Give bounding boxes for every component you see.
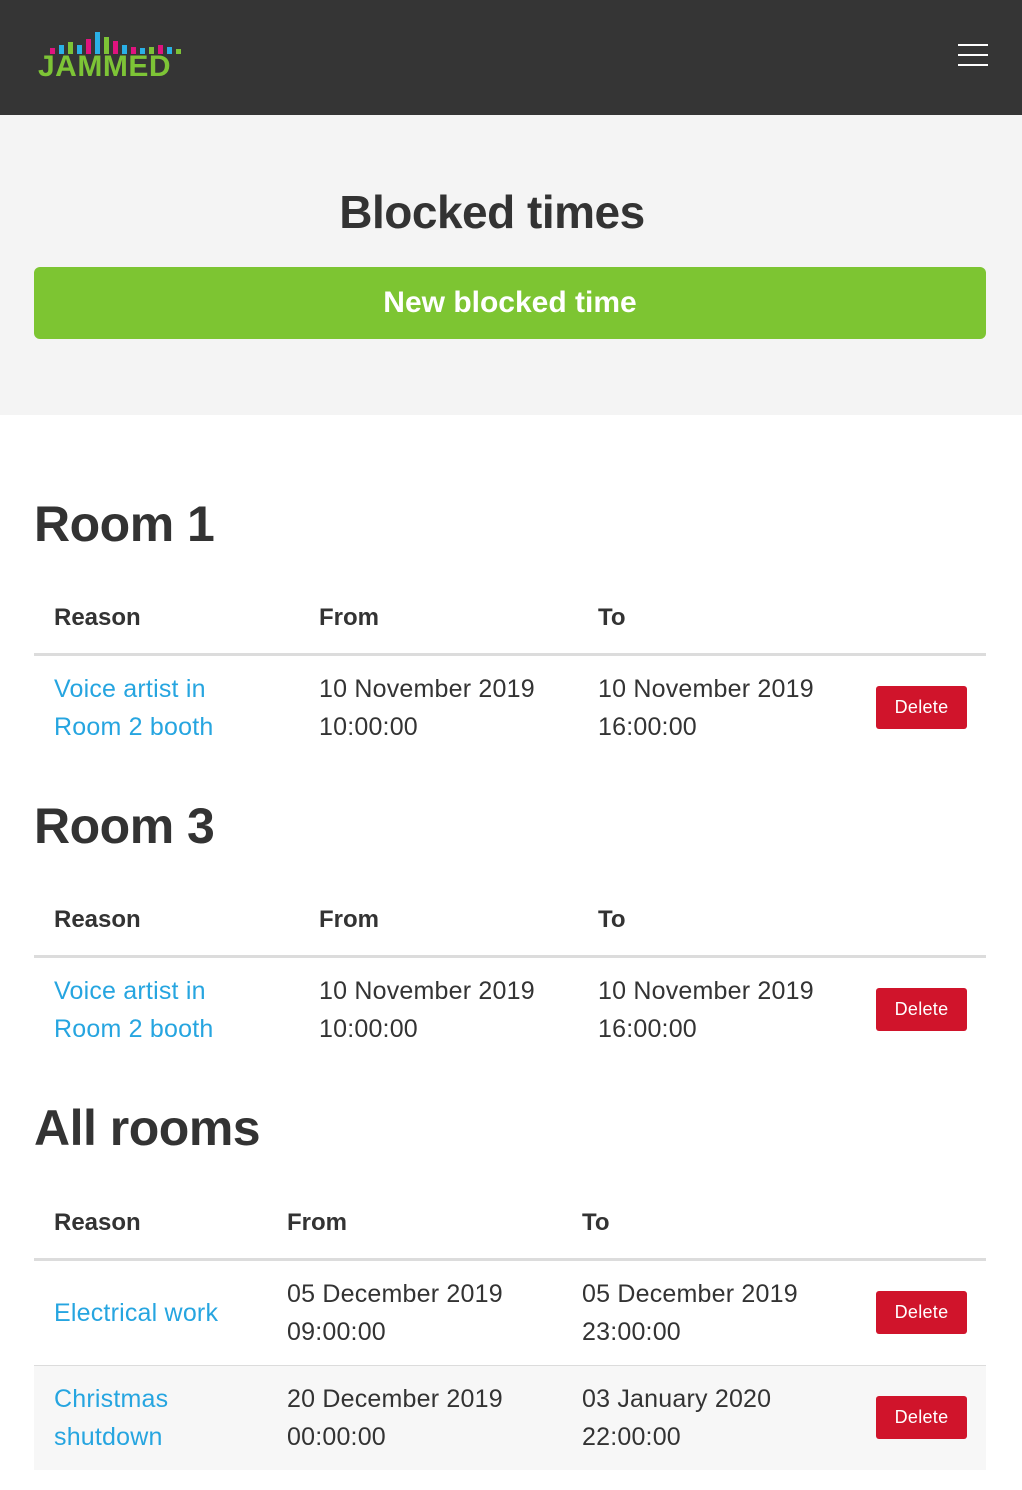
to-cell: 10 November 2019 16:00:00: [578, 956, 856, 1062]
delete-button[interactable]: Delete: [876, 1396, 967, 1439]
table-header-row: Reason From To: [34, 886, 986, 958]
page-title: Blocked times: [339, 186, 645, 238]
section-title-room-1: Room 1: [34, 496, 215, 552]
column-header-reason: Reason: [34, 886, 299, 958]
column-header-to: To: [578, 886, 856, 958]
from-date: 05 December 2019: [287, 1279, 503, 1308]
column-header-to: To: [562, 1189, 856, 1261]
column-header-reason: Reason: [34, 584, 299, 656]
column-header-reason: Reason: [34, 1189, 267, 1261]
delete-button[interactable]: Delete: [876, 1291, 967, 1334]
column-header-actions: [856, 584, 986, 656]
section-title-all-rooms: All rooms: [34, 1100, 261, 1156]
logo-wordmark: JAMMED: [38, 50, 172, 83]
column-header-to: To: [578, 584, 856, 656]
page-header: Blocked times New blocked time: [0, 115, 1022, 415]
reason-link[interactable]: Christmas shutdown: [54, 1385, 168, 1451]
jammed-logo[interactable]: JAMMED: [38, 28, 188, 86]
to-time: 22:00:00: [582, 1422, 681, 1451]
reason-link[interactable]: Voice artist in Room 2 booth: [54, 977, 213, 1043]
from-time: 10:00:00: [319, 712, 418, 741]
hamburger-menu-icon[interactable]: [958, 44, 988, 66]
new-blocked-time-button[interactable]: New blocked time: [34, 267, 986, 339]
from-cell: 10 November 2019 10:00:00: [299, 654, 578, 760]
column-header-actions: [856, 886, 986, 958]
from-cell: 10 November 2019 10:00:00: [299, 956, 578, 1062]
table-header-row: Reason From To: [34, 584, 986, 656]
to-date: 10 November 2019: [598, 674, 814, 703]
table-row: Voice artist in Room 2 booth 10 November …: [34, 654, 986, 760]
reason-cell: Voice artist in Room 2 booth: [34, 654, 299, 760]
actions-cell: Delete: [856, 654, 986, 760]
reason-cell: Voice artist in Room 2 booth: [34, 956, 299, 1062]
delete-button[interactable]: Delete: [876, 988, 967, 1031]
reason-link[interactable]: Electrical work: [54, 1299, 218, 1327]
from-time: 10:00:00: [319, 1014, 418, 1043]
blocked-times-table-all-rooms: Reason From To Electrical work 05 Decemb…: [34, 1189, 986, 1470]
from-date: 10 November 2019: [319, 976, 535, 1005]
column-header-from: From: [267, 1189, 562, 1261]
reason-link[interactable]: Voice artist in Room 2 booth: [54, 675, 213, 741]
to-cell: 10 November 2019 16:00:00: [578, 654, 856, 760]
reason-cell: Christmas shutdown: [34, 1364, 267, 1470]
from-time: 09:00:00: [287, 1317, 386, 1346]
column-header-from: From: [299, 584, 578, 656]
actions-cell: Delete: [856, 1259, 986, 1365]
table-row: Christmas shutdown 20 December 2019 00:00:…: [34, 1364, 986, 1470]
to-date: 10 November 2019: [598, 976, 814, 1005]
table-row: Electrical work 05 December 2019 09:00:00…: [34, 1259, 986, 1365]
from-date: 10 November 2019: [319, 674, 535, 703]
blocked-times-table-room-1: Reason From To Voice artist in Room 2 boo…: [34, 584, 986, 760]
to-cell: 05 December 2019 23:00:00: [562, 1259, 856, 1365]
top-navbar: JAMMED: [0, 0, 1022, 115]
reason-cell: Electrical work: [34, 1259, 267, 1365]
section-title-room-3: Room 3: [34, 798, 215, 854]
from-date: 20 December 2019: [287, 1384, 503, 1413]
column-header-actions: [856, 1189, 986, 1261]
to-time: 16:00:00: [598, 1014, 697, 1043]
blocked-times-table-room-3: Reason From To Voice artist in Room 2 boo…: [34, 886, 986, 1062]
from-time: 00:00:00: [287, 1422, 386, 1451]
from-cell: 05 December 2019 09:00:00: [267, 1259, 562, 1365]
to-date: 03 January 2020: [582, 1384, 772, 1413]
to-time: 16:00:00: [598, 712, 697, 741]
table-row: Voice artist in Room 2 booth 10 November …: [34, 956, 986, 1062]
column-header-from: From: [299, 886, 578, 958]
delete-button[interactable]: Delete: [876, 686, 967, 729]
actions-cell: Delete: [856, 1364, 986, 1470]
from-cell: 20 December 2019 00:00:00: [267, 1364, 562, 1470]
to-cell: 03 January 2020 22:00:00: [562, 1364, 856, 1470]
to-time: 23:00:00: [582, 1317, 681, 1346]
to-date: 05 December 2019: [582, 1279, 798, 1308]
table-header-row: Reason From To: [34, 1189, 986, 1261]
actions-cell: Delete: [856, 956, 986, 1062]
